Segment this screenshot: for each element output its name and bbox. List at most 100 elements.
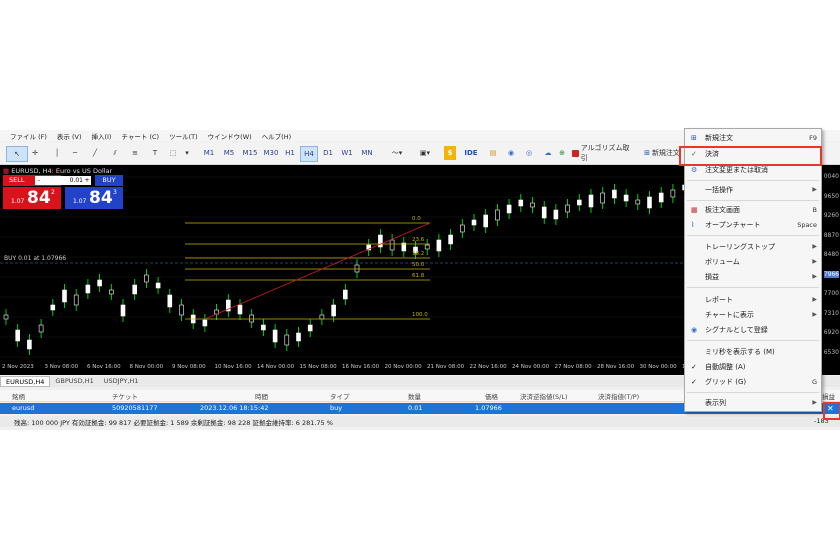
menu-item-profit[interactable]: 損益 ▶ <box>685 270 821 284</box>
menu-insert[interactable]: 挿入(I) <box>91 131 111 141</box>
lot-decrease-button[interactable]: - <box>35 176 43 185</box>
menu-item-label: 自動調整 (A) <box>705 363 746 371</box>
row-type: buy <box>330 404 343 412</box>
menu-item-columns[interactable]: 表示列 ▶ <box>685 396 821 410</box>
ide-button[interactable]: IDE <box>462 146 480 160</box>
library-icon[interactable]: ▤ <box>486 146 500 160</box>
dollar-icon[interactable]: $ <box>444 146 456 160</box>
tf-d1[interactable]: D1 <box>320 146 336 160</box>
chart-type-icon[interactable]: 〜▾ <box>386 146 408 160</box>
lot-input[interactable]: 0.01 <box>43 176 83 185</box>
new-order-icon: ⊞ <box>691 134 697 142</box>
signals-icon[interactable]: ◉ <box>504 146 518 160</box>
col-volume[interactable]: 数量 <box>408 391 421 401</box>
tab-eurusd[interactable]: EURUSD,H4 <box>0 376 51 387</box>
menu-item-trailing-stop[interactable]: トレーリングストップ ▶ <box>685 240 821 254</box>
sell-price-big: 84 <box>27 188 51 208</box>
vertical-line-icon[interactable]: │ <box>50 146 64 160</box>
menu-chart[interactable]: チャート (C) <box>121 131 159 141</box>
menu-help[interactable]: ヘルプ(H) <box>262 131 291 141</box>
new-order-label: 新規注文 <box>651 149 680 157</box>
col-type[interactable]: タイプ <box>330 391 350 401</box>
menu-item-show-on-chart[interactable]: チャートに表示 ▶ <box>685 308 821 322</box>
chevron-down-icon[interactable]: ▾ <box>182 146 192 160</box>
menu-item-label: レポート <box>705 296 733 304</box>
tf-m15[interactable]: M15 <box>240 146 260 160</box>
menu-item-shortcut: Space <box>797 221 817 229</box>
algo-trading-button[interactable]: アルゴリズム取引 <box>572 144 634 162</box>
candle <box>284 334 290 346</box>
menu-item-register-signal[interactable]: ◉ シグナルとして登録 <box>685 323 821 337</box>
template-icon[interactable]: ▣▾ <box>414 146 436 160</box>
row-volume: 0.01 <box>408 404 423 412</box>
market-icon[interactable]: ⊕ <box>556 146 568 160</box>
cursor-icon[interactable]: ↖ <box>6 146 28 162</box>
col-tp[interactable]: 決済指値(T/P) <box>598 391 639 401</box>
vps-icon[interactable]: ◎ <box>522 146 536 160</box>
col-sl[interactable]: 決済逆指値(S/L) <box>520 391 568 401</box>
candle <box>424 244 430 250</box>
new-order-button[interactable]: ⊞ 新規注文 <box>642 146 682 160</box>
menu-item-new-order[interactable]: ⊞ 新規注文 F9 <box>685 131 821 145</box>
sell-price[interactable]: 1.07 84 2 <box>3 187 61 209</box>
crosshair-icon[interactable]: ✛ <box>28 146 42 160</box>
candle <box>307 324 313 332</box>
fibonacci-icon[interactable]: ≡ <box>128 146 142 160</box>
text-tool-icon[interactable]: T <box>148 146 162 160</box>
close-icon: ✕ <box>827 404 834 413</box>
menu-item-report[interactable]: レポート ▶ <box>685 293 821 307</box>
menu-separator <box>687 235 819 236</box>
col-ticket[interactable]: チケット <box>112 391 138 401</box>
menu-view[interactable]: 表示 (V) <box>57 131 82 141</box>
submenu-arrow-icon: ▶ <box>812 273 817 280</box>
highlight-close-item <box>679 146 822 166</box>
menu-tools[interactable]: ツール(T) <box>169 131 198 141</box>
tf-h4[interactable]: H4 <box>300 146 318 162</box>
buy-price[interactable]: 1.07 84 3 <box>65 187 123 209</box>
chart-title: ▦ EURUSD, H4: Euro vs US Dollar <box>3 167 112 175</box>
candle <box>354 264 360 273</box>
shapes-icon[interactable]: ⬚ <box>166 146 180 160</box>
buy-button[interactable]: BUY <box>95 175 123 186</box>
tf-m1[interactable]: M1 <box>201 146 217 160</box>
menu-item-show-milliseconds[interactable]: ミリ秒を表示する (M) <box>685 345 821 359</box>
buy-price-prefix: 1.07 <box>73 198 87 205</box>
tf-h1[interactable]: H1 <box>282 146 298 160</box>
candle <box>518 199 524 207</box>
menu-item-bulk-operations[interactable]: 一括操作 ▶ <box>685 183 821 197</box>
tf-w1[interactable]: W1 <box>339 146 355 160</box>
menu-item-volume[interactable]: ボリューム ▶ <box>685 255 821 269</box>
one-click-trading-panel: SELL - 0.01 + BUY 1.07 84 2 1.07 84 3 <box>3 175 123 209</box>
menu-item-shortcut: B <box>812 206 817 214</box>
tab-usdjpy[interactable]: USDJPY,H1 <box>99 376 144 387</box>
tab-gbpusd[interactable]: GBPUSD,H1 <box>50 376 98 387</box>
candle <box>448 234 453 245</box>
menu-item-auto-arrange[interactable]: ✓ 自動調整 (A) <box>685 360 821 374</box>
buy-position-line-label: BUY 0.01 at 1.07966 <box>4 255 67 262</box>
tf-mn[interactable]: MN <box>358 146 376 160</box>
date-axis-label: 21 Nov 08:00 <box>427 364 465 370</box>
highlight-close-position-button[interactable]: ✕ <box>823 402 840 420</box>
channel-icon[interactable]: ⫽ <box>108 146 122 160</box>
stop-icon <box>572 149 579 157</box>
menu-window[interactable]: ウインドウ(W) <box>208 131 252 141</box>
menu-file[interactable]: ファイル (F) <box>10 131 47 141</box>
horizontal-line-icon[interactable]: ─ <box>68 146 82 160</box>
trendline-icon[interactable]: ╱ <box>88 146 102 160</box>
menu-item-open-chart[interactable]: ⌇ オープンチャート Space <box>685 218 821 232</box>
col-time[interactable]: 時間 <box>255 391 268 401</box>
candle <box>38 324 44 333</box>
price-axis-label: 0040 <box>823 173 839 180</box>
lot-increase-button[interactable]: + <box>83 176 91 185</box>
date-axis-label: 30 Nov 00:00 <box>639 364 677 370</box>
tf-m30[interactable]: M30 <box>261 146 281 160</box>
menu-item-grid[interactable]: ✓ グリッド (G) G <box>685 375 821 389</box>
candle <box>623 194 629 202</box>
col-price[interactable]: 価格 <box>485 391 498 401</box>
cloud-icon[interactable]: ☁ <box>541 146 555 160</box>
algo-trading-label: アルゴリズム取引 <box>580 144 630 162</box>
col-profit[interactable]: 損益 <box>822 391 835 401</box>
tf-m5[interactable]: M5 <box>221 146 237 160</box>
col-symbol[interactable]: 銘柄 <box>12 391 25 401</box>
menu-item-depth-of-market[interactable]: ▦ 板注文画面 B <box>685 203 821 217</box>
